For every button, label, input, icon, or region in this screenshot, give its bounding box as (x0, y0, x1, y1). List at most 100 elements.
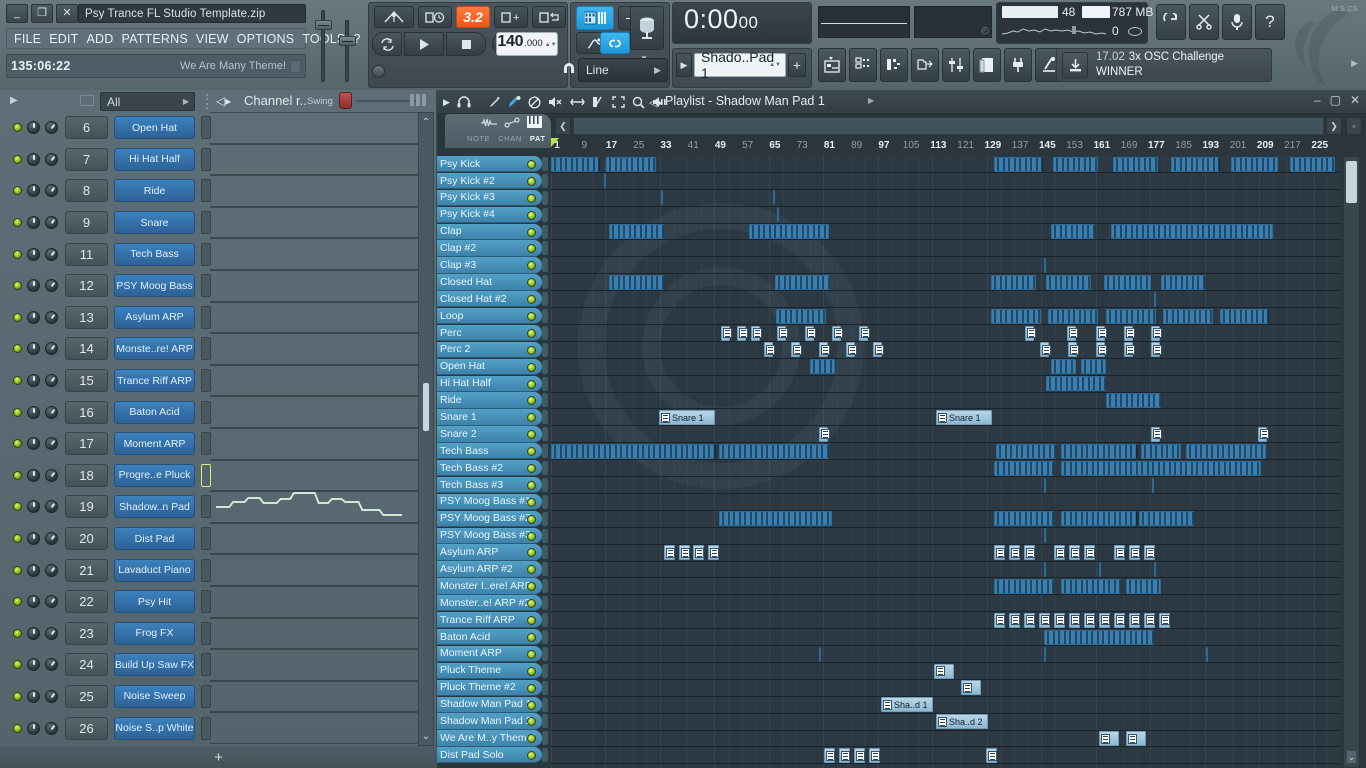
track-name[interactable]: Monster..e! ARP #2 (437, 595, 542, 612)
pattern-clip-small[interactable] (1144, 545, 1155, 561)
play-button[interactable] (404, 32, 444, 56)
track-header-row[interactable]: PSY Moog Bass #2 (437, 510, 548, 528)
snap-mode-selector[interactable]: Line ▶ (578, 58, 668, 82)
pattern-clip[interactable] (1231, 156, 1278, 172)
channel-row[interactable]: 9 Snare (0, 206, 437, 239)
channel-mute-led[interactable] (13, 534, 22, 544)
pattern-clip-small[interactable] (751, 325, 762, 341)
pattern-clip-small[interactable] (1114, 545, 1125, 561)
pattern-clip-small[interactable] (737, 325, 748, 341)
track-led[interactable] (527, 413, 536, 423)
channel-index[interactable]: 25 (65, 684, 108, 708)
channel-index[interactable]: 16 (65, 400, 108, 424)
track-led[interactable] (527, 734, 536, 744)
track-name[interactable]: Perc (437, 324, 542, 342)
scroll-thumb[interactable] (423, 383, 429, 431)
track-handle[interactable] (542, 342, 548, 357)
track-lane[interactable] (551, 579, 1340, 596)
channel-mute-led[interactable] (13, 660, 22, 670)
track-name[interactable]: Clap #2 (437, 240, 542, 257)
menu-bar[interactable]: FILEEDITADDPATTERNSVIEWOPTIONSTOOLS? (6, 28, 360, 49)
track-name[interactable]: Clap (437, 223, 542, 240)
track-led[interactable] (527, 312, 536, 322)
pattern-clip-small[interactable] (1096, 342, 1107, 358)
channel-pan-knob[interactable] (27, 121, 40, 135)
song-position-handle[interactable] (372, 65, 385, 78)
channel-volume-knob[interactable] (45, 626, 58, 640)
track-header-row[interactable]: Closed Hat #2 (437, 291, 548, 308)
pattern-clip-thin[interactable] (661, 190, 663, 206)
pattern-clip-small[interactable] (1124, 325, 1135, 341)
track-handle[interactable] (542, 173, 548, 188)
track-handle[interactable] (542, 663, 548, 678)
channel-pan-knob[interactable] (27, 658, 40, 672)
playlist-close-icon[interactable]: ✕ (1350, 93, 1360, 107)
track-lane[interactable] (551, 697, 1340, 714)
minimize-icon[interactable]: _ (6, 4, 28, 23)
channel-volume-knob[interactable] (45, 595, 58, 609)
pattern-clip[interactable] (1163, 308, 1213, 324)
channel-name-button[interactable]: Frog FX (114, 621, 195, 645)
pattern-step-icon[interactable] (576, 6, 614, 30)
channel-row[interactable]: 8 Ride (0, 175, 437, 207)
pattern-clip-small[interactable] (664, 545, 675, 561)
track-led[interactable] (527, 717, 536, 727)
track-header-row[interactable]: PSY Moog Bass #1 (437, 493, 548, 511)
channel-volume-knob[interactable] (45, 437, 58, 451)
channel-rack-icon[interactable] (818, 48, 846, 82)
pattern-clip[interactable] (719, 443, 829, 459)
track-name[interactable]: Monster I..ere! ARP (437, 578, 542, 595)
pattern-clip-small[interactable] (721, 325, 732, 341)
track-name[interactable]: Pluck Theme (437, 662, 542, 680)
master-pitch-icon[interactable] (630, 6, 664, 50)
pattern-clip[interactable] (1220, 308, 1269, 324)
pattern-clip-small[interactable] (873, 342, 884, 358)
pencil-icon[interactable] (488, 96, 501, 109)
pattern-clip-small[interactable] (1129, 545, 1140, 561)
track-name[interactable]: Ride (437, 392, 542, 409)
pattern-clip[interactable] (1048, 308, 1098, 324)
channel-index[interactable]: 18 (65, 463, 108, 487)
track-led[interactable] (527, 430, 536, 440)
track-lane[interactable] (551, 511, 1340, 528)
channel-row[interactable]: 15 Trance Riff ARP (0, 364, 437, 397)
track-header-row[interactable]: Psy Kick (437, 156, 548, 173)
pattern-clip-small[interactable] (994, 612, 1005, 628)
channel-pan-knob[interactable] (27, 468, 40, 482)
pattern-clip-small[interactable] (1039, 612, 1050, 628)
channel-name-button[interactable]: Baton Acid (114, 400, 195, 424)
pattern-clip-small[interactable] (1126, 731, 1146, 747)
pattern-clip-small[interactable] (1096, 325, 1107, 341)
track-led[interactable] (527, 447, 536, 457)
pattern-clip-small[interactable] (869, 748, 880, 763)
channel-mute-led[interactable] (13, 344, 22, 354)
channel-pan-knob[interactable] (27, 532, 40, 546)
channel-pan-knob[interactable] (27, 310, 40, 324)
pattern-clip-thin[interactable] (1154, 562, 1156, 578)
track-handle[interactable] (542, 258, 548, 273)
pattern-clip-labeled[interactable]: Snare 1 (659, 410, 715, 425)
channel-pan-knob[interactable] (27, 247, 40, 261)
channel-step-area[interactable] (210, 649, 419, 681)
channel-step-area[interactable] (210, 143, 419, 176)
playlist-icon[interactable] (880, 48, 908, 82)
channel-row[interactable]: 21 Lavaduct Piano (0, 554, 437, 586)
channel-name-button[interactable]: Open Hat (114, 116, 195, 140)
scroll-down-icon[interactable]: ⌄ (420, 729, 432, 743)
channel-rack-scrollbar[interactable]: ⌃ ⌄ (418, 112, 434, 746)
track-handle[interactable] (542, 494, 548, 509)
pattern-clip-thin[interactable] (1206, 646, 1208, 662)
pattern-clip-small[interactable] (1009, 545, 1020, 561)
utility-buttons[interactable]: ? (1156, 4, 1285, 40)
channel-row[interactable]: 23 Frog FX (0, 617, 437, 650)
channel-mute-led[interactable] (13, 723, 22, 733)
track-header-row[interactable]: Asylum ARP (437, 544, 548, 561)
pattern-clip[interactable] (1104, 274, 1151, 290)
channel-rack-menu-icon[interactable]: ▶ (10, 95, 18, 106)
pattern-clip[interactable] (1061, 460, 1261, 476)
channel-step-area[interactable] (210, 333, 419, 365)
track-lane[interactable] (551, 731, 1340, 748)
track-header-row[interactable]: Trance Riff ARP (437, 612, 548, 629)
track-header-row[interactable]: Psy Kick #4 (437, 206, 548, 224)
track-lane[interactable] (551, 376, 1340, 393)
